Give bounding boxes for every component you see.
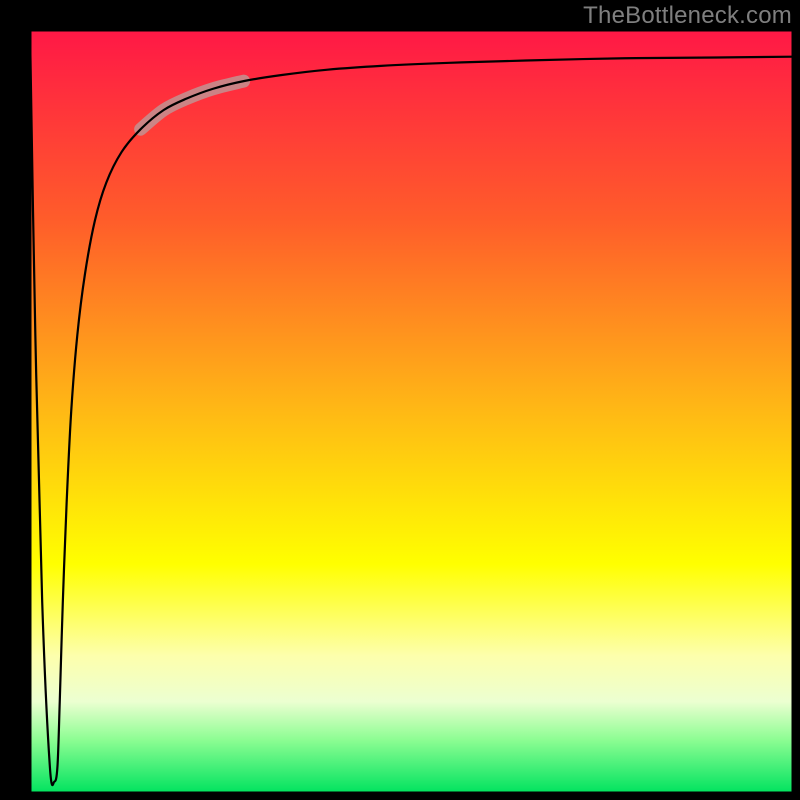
plot-background [30,30,793,793]
watermark-text: TheBottleneck.com [583,2,792,30]
bottleneck-chart [0,0,800,800]
